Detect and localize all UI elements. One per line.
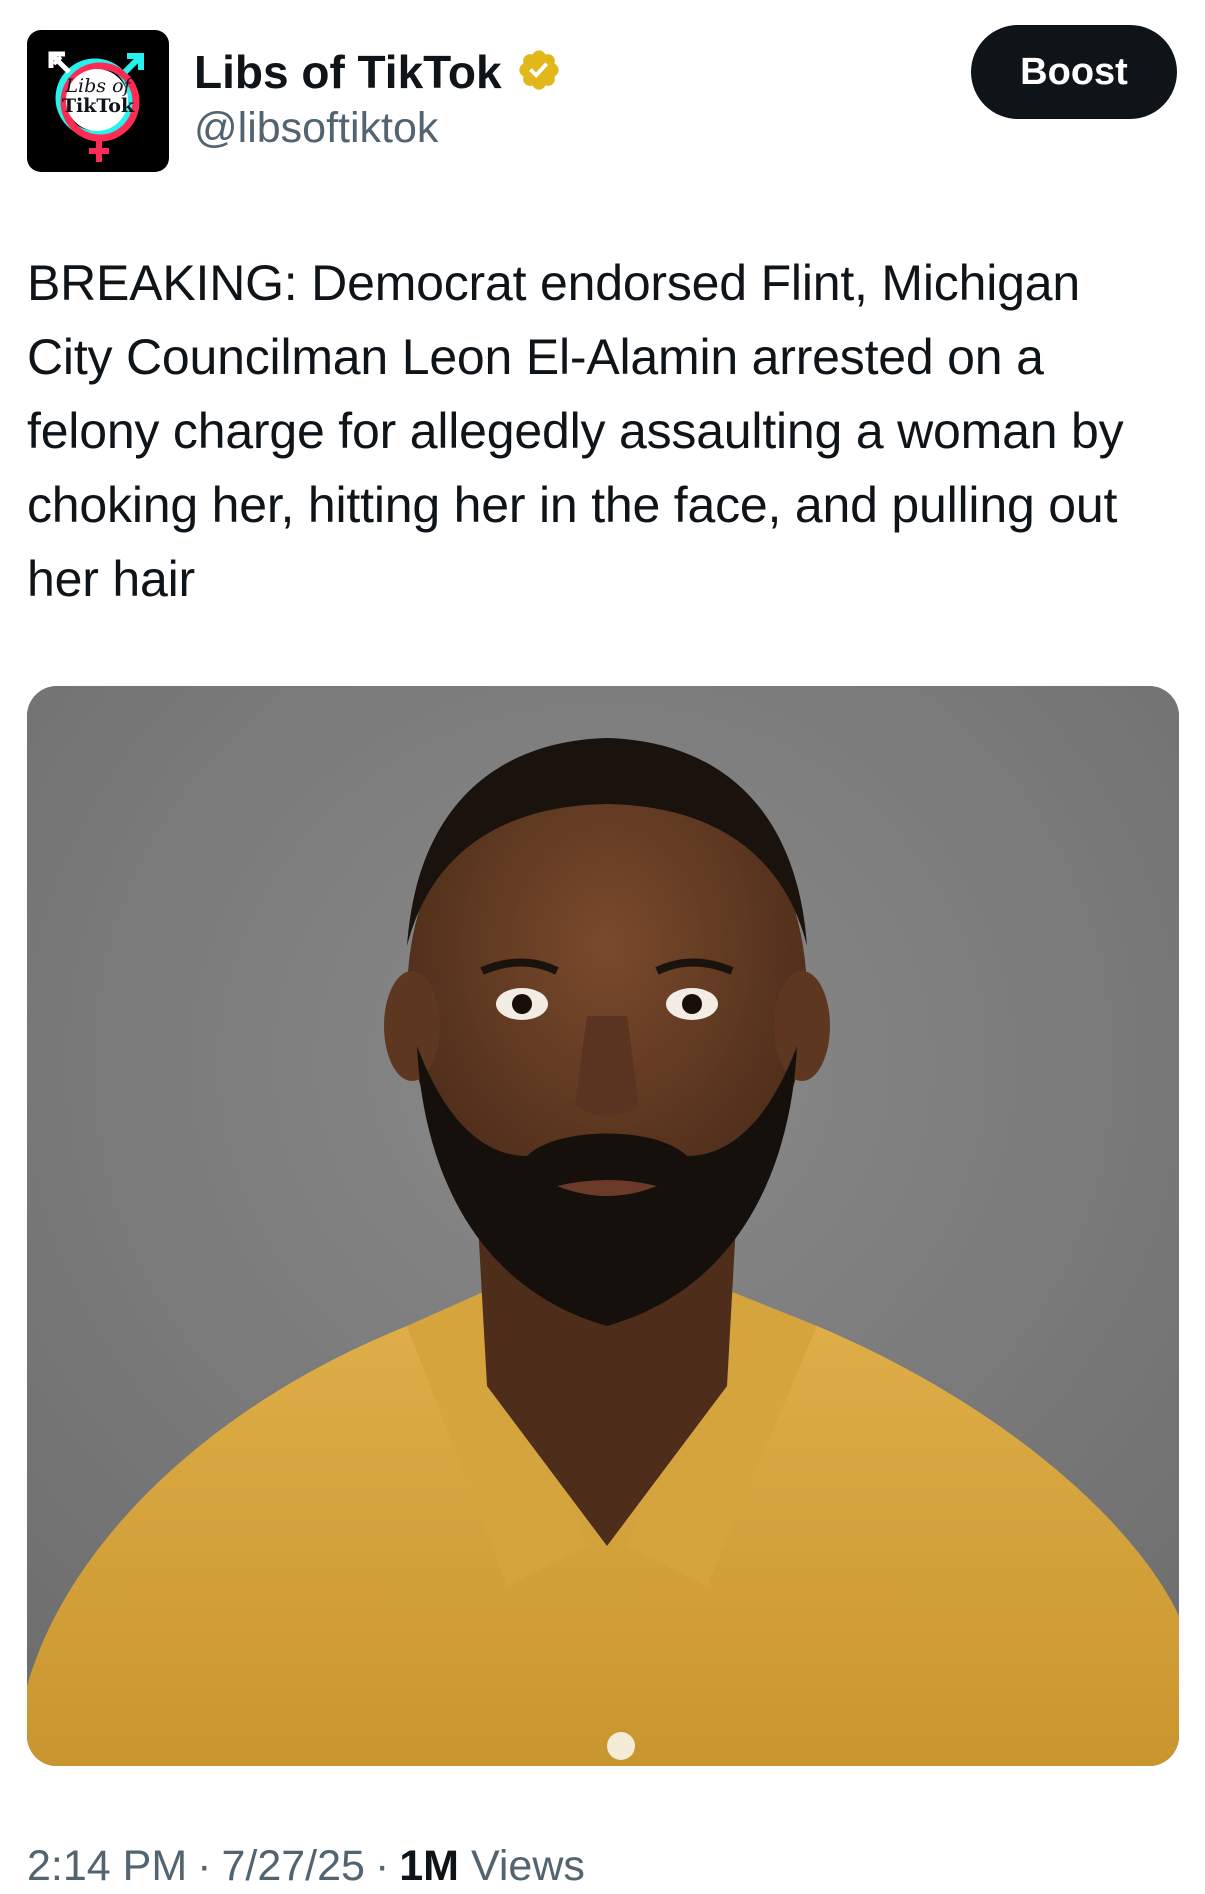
verified-badge-icon[interactable] [516,47,562,93]
post-date[interactable]: 7/27/25 [221,1842,364,1890]
post-photo[interactable] [27,686,1179,1766]
avatar-text-line1: Libs of [65,75,131,98]
author-info: Libs of TikTok @libsoftiktok [194,44,562,156]
avatar-text-line2: TikTok [61,95,135,117]
avatar-text: Libs of TikTok [27,30,169,172]
separator-dot: · [374,1842,390,1890]
views-count[interactable]: 1M [399,1842,459,1890]
author-avatar[interactable]: Libs of TikTok [27,30,169,172]
author-display-name[interactable]: Libs of TikTok [194,44,502,100]
post-text: BREAKING: Democrat endorsed Flint, Michi… [27,255,1124,607]
views-label: Views [470,1842,585,1890]
mugshot-image [27,686,1179,1766]
author-handle[interactable]: @libsoftiktok [194,100,562,156]
separator-dot: · [197,1842,212,1890]
post-time[interactable]: 2:14 PM [27,1842,187,1890]
post-header: Libs of TikTok Libs of TikTok @libsoftik… [27,25,1177,175]
post-meta: 2:14 PM · 7/27/25 · 1M Views [27,1838,585,1894]
boost-button[interactable]: Boost [971,25,1177,119]
